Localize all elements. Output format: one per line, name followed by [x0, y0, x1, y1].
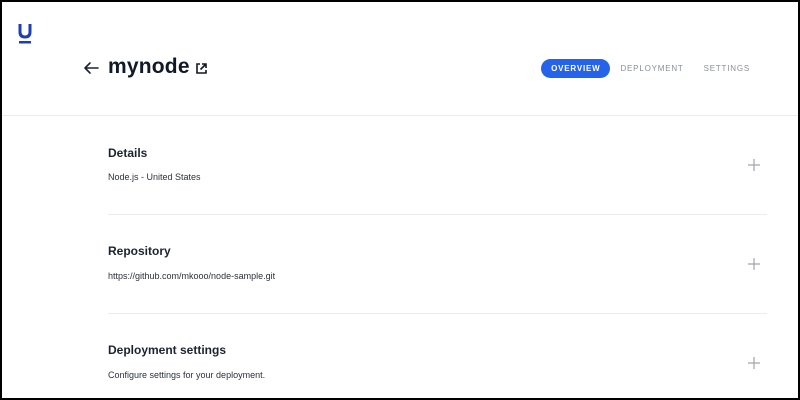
- section-deployment-settings[interactable]: Deployment settings Configure settings f…: [108, 313, 767, 398]
- section-details[interactable]: Details Node.js - United States: [108, 115, 767, 214]
- expand-plus-icon[interactable]: [747, 257, 761, 271]
- section-subtitle: Node.js - United States: [108, 172, 201, 182]
- app-window: mynode OVERVIEW DEPLOYMENT SETTINGS Deta…: [0, 0, 800, 400]
- section-repository[interactable]: Repository https://github.com/mkooo/node…: [108, 214, 767, 313]
- expand-plus-icon[interactable]: [747, 158, 761, 172]
- tab-overview[interactable]: OVERVIEW: [541, 59, 611, 78]
- page-title: mynode: [108, 55, 190, 78]
- tab-bar: OVERVIEW DEPLOYMENT SETTINGS: [541, 59, 760, 78]
- section-title: Deployment settings: [108, 343, 227, 357]
- expand-plus-icon[interactable]: [747, 356, 761, 370]
- section-subtitle: https://github.com/mkooo/node-sample.git: [108, 271, 276, 281]
- brand-logo-icon[interactable]: [18, 22, 32, 44]
- back-arrow-icon[interactable]: [82, 60, 100, 76]
- section-subtitle: Configure settings for your deployment.: [108, 370, 266, 380]
- external-link-icon[interactable]: [195, 62, 208, 75]
- section-title: Details: [108, 146, 148, 160]
- tab-deployment[interactable]: DEPLOYMENT: [610, 59, 693, 78]
- page-header: mynode OVERVIEW DEPLOYMENT SETTINGS: [2, 2, 798, 116]
- section-title: Repository: [108, 244, 171, 258]
- tab-settings[interactable]: SETTINGS: [694, 59, 760, 78]
